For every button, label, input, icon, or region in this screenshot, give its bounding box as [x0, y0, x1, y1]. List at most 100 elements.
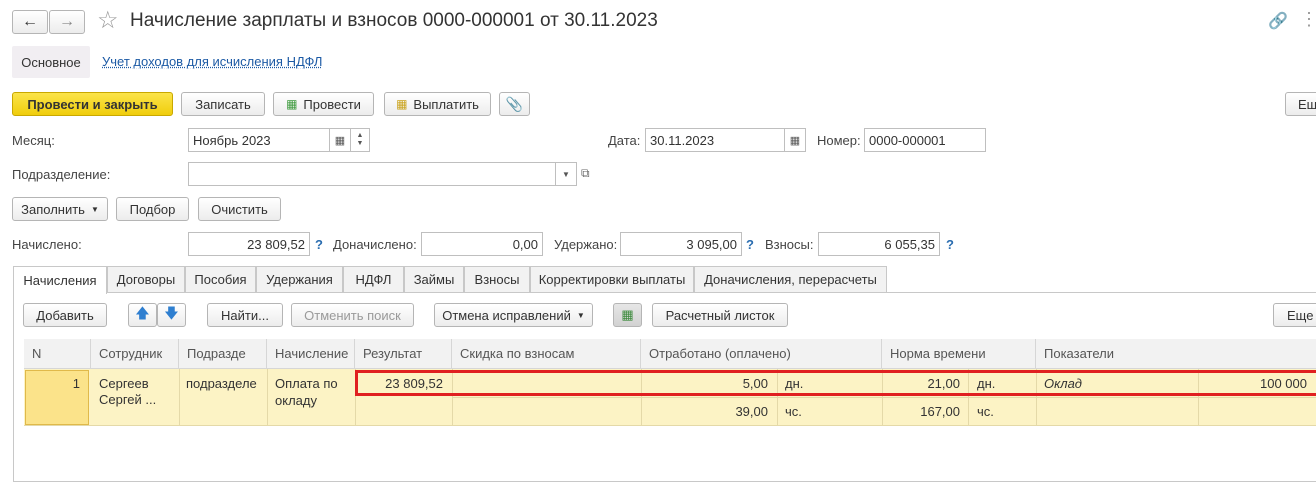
accrued-help-icon[interactable]: ? — [315, 237, 323, 252]
post-and-close-button[interactable]: Провести и закрыть — [12, 92, 173, 116]
cancel-search-button[interactable]: Отменить поиск — [291, 303, 414, 327]
payslip-button[interactable]: Расчетный листок — [652, 303, 788, 327]
col-header-accrual[interactable]: Начисление — [267, 339, 355, 369]
grid-toggle-button[interactable]: ▦ — [613, 303, 642, 327]
table-more-button[interactable]: Еще — [1273, 303, 1316, 327]
tab-contracts[interactable]: Договоры — [107, 266, 185, 292]
post-and-close-label: Провести и закрыть — [27, 96, 158, 112]
fill-button[interactable]: Заполнить ▼ — [12, 197, 108, 221]
attach-button[interactable]: 📎 — [499, 92, 530, 116]
department-label: Подразделение: — [12, 167, 111, 182]
open-icon[interactable]: ⧉ — [581, 166, 590, 181]
withheld-help-icon[interactable]: ? — [746, 237, 754, 252]
arrow-down-icon: 🡇 — [164, 305, 179, 321]
save-button[interactable]: Записать — [181, 92, 265, 116]
subnav-main[interactable]: Основное — [12, 46, 90, 78]
page-title: Начисление зарплаты и взносов 0000-00000… — [130, 10, 658, 31]
chevron-down-icon: ▼ — [562, 169, 570, 179]
withheld-value: 3 095,00 — [686, 236, 737, 252]
col-header-employee[interactable]: Сотрудник — [91, 339, 179, 369]
arrow-left-icon: ← — [22, 13, 38, 30]
cancel-fixes-label: Отмена исправлений — [442, 307, 571, 323]
tab-label: Начисления — [23, 273, 97, 288]
tab-label: Займы — [413, 272, 455, 287]
post-button[interactable]: ▦ Провести — [273, 92, 374, 116]
move-down-button[interactable]: 🡇 — [157, 303, 186, 327]
date-label: Дата: — [608, 133, 641, 148]
cell-department: подразделе — [186, 376, 257, 391]
col-header-n[interactable]: N — [24, 339, 91, 369]
month-stepper[interactable]: ▲ ▼ — [350, 128, 370, 152]
chevron-down-icon: ▼ — [90, 204, 99, 214]
cell-norm-hours-unit: чс. — [977, 404, 994, 419]
tab-label: Взносы — [474, 272, 520, 287]
col-header-discount[interactable]: Скидка по взносам — [452, 339, 641, 369]
col-header-department[interactable]: Подразде — [179, 339, 267, 369]
cell-accrual-line2: окладу — [275, 393, 317, 408]
stepper-down-icon: ▼ — [356, 140, 364, 147]
tab-contributions[interactable]: Взносы — [464, 266, 530, 292]
menu-dots-icon[interactable]: ⋮ — [1300, 9, 1316, 30]
contributions-help-icon[interactable]: ? — [946, 237, 954, 252]
date-calendar-button[interactable]: ▦ — [784, 128, 806, 152]
favorite-star-icon[interactable]: ☆ — [97, 6, 119, 35]
forward-button[interactable]: → — [49, 10, 85, 34]
more-label: Еще — [1298, 96, 1316, 112]
tab-label: Договоры — [116, 272, 176, 287]
clear-button[interactable]: Очистить — [198, 197, 281, 221]
date-input[interactable]: 30.11.2023 — [645, 128, 785, 152]
tab-loans[interactable]: Займы — [404, 266, 464, 292]
subnav-main-label: Основное — [21, 54, 81, 70]
subnav-ndfl-link[interactable]: Учет доходов для исчисления НДФЛ — [102, 54, 322, 69]
number-label: Номер: — [817, 133, 861, 148]
move-up-button[interactable]: 🡅 — [128, 303, 157, 327]
back-button[interactable]: ← — [12, 10, 48, 34]
table-add-icon: ▦ — [621, 307, 634, 322]
col-header-result[interactable]: Результат — [355, 339, 452, 369]
department-dropdown-button[interactable]: ▼ — [555, 162, 577, 186]
extra-accrued-label: Доначислено: — [333, 237, 417, 252]
cell-employee-line1: Сергеев — [99, 376, 149, 391]
withheld-label: Удержано: — [554, 237, 618, 252]
month-calendar-button[interactable]: ▦ — [329, 128, 351, 152]
add-row-button[interactable]: Добавить — [23, 303, 107, 327]
tab-label: Удержания — [266, 272, 333, 287]
row-divider — [267, 369, 268, 426]
tab-label: Доначисления, перерасчеты — [704, 272, 877, 287]
cell-employee-line2: Сергей ... — [99, 392, 157, 407]
link-icon[interactable]: 🔗 — [1268, 11, 1288, 31]
more-button[interactable]: Еще — [1285, 92, 1316, 116]
date-value: 30.11.2023 — [650, 132, 715, 148]
accrued-label: Начислено: — [12, 237, 82, 252]
paperclip-icon: 📎 — [505, 95, 524, 112]
department-input[interactable] — [188, 162, 556, 186]
pay-label: Выплатить — [413, 96, 479, 112]
pick-button[interactable]: Подбор — [116, 197, 189, 221]
calendar-icon: ▦ — [789, 134, 801, 147]
month-input[interactable]: Ноябрь 2023 — [188, 128, 330, 152]
col-header-norm[interactable]: Норма времени — [882, 339, 1036, 369]
add-row-label: Добавить — [36, 307, 94, 323]
stepper-up-icon: ▲ — [356, 132, 364, 139]
arrow-right-icon: → — [59, 13, 75, 30]
tab-payment-corrections[interactable]: Корректировки выплаты — [530, 266, 694, 292]
cancel-fixes-button[interactable]: Отмена исправлений ▼ — [434, 303, 593, 327]
cancel-search-label: Отменить поиск — [304, 307, 401, 323]
pick-label: Подбор — [129, 201, 176, 217]
cell-worked-hours: 39,00 — [735, 404, 768, 419]
pay-button[interactable]: ▦ Выплатить — [384, 92, 491, 116]
tab-ndfl[interactable]: НДФЛ — [343, 266, 404, 292]
row-subdivider — [452, 397, 1316, 398]
extra-accrued-value: 0,00 — [512, 236, 538, 252]
tab-benefits[interactable]: Пособия — [185, 266, 256, 292]
tab-accruals[interactable]: Начисления — [13, 266, 107, 294]
col-header-worked[interactable]: Отработано (оплачено) — [641, 339, 882, 369]
col-header-indicators[interactable]: Показатели — [1036, 339, 1316, 369]
cell-accrual-line1: Оплата по — [275, 376, 338, 391]
number-input[interactable]: 0000-000001 — [864, 128, 986, 152]
tab-recalculations[interactable]: Доначисления, перерасчеты — [694, 266, 887, 292]
find-button[interactable]: Найти... — [207, 303, 283, 327]
tab-label: Корректировки выплаты — [538, 272, 686, 287]
month-value: Ноябрь 2023 — [193, 132, 271, 148]
tab-deductions[interactable]: Удержания — [256, 266, 343, 292]
